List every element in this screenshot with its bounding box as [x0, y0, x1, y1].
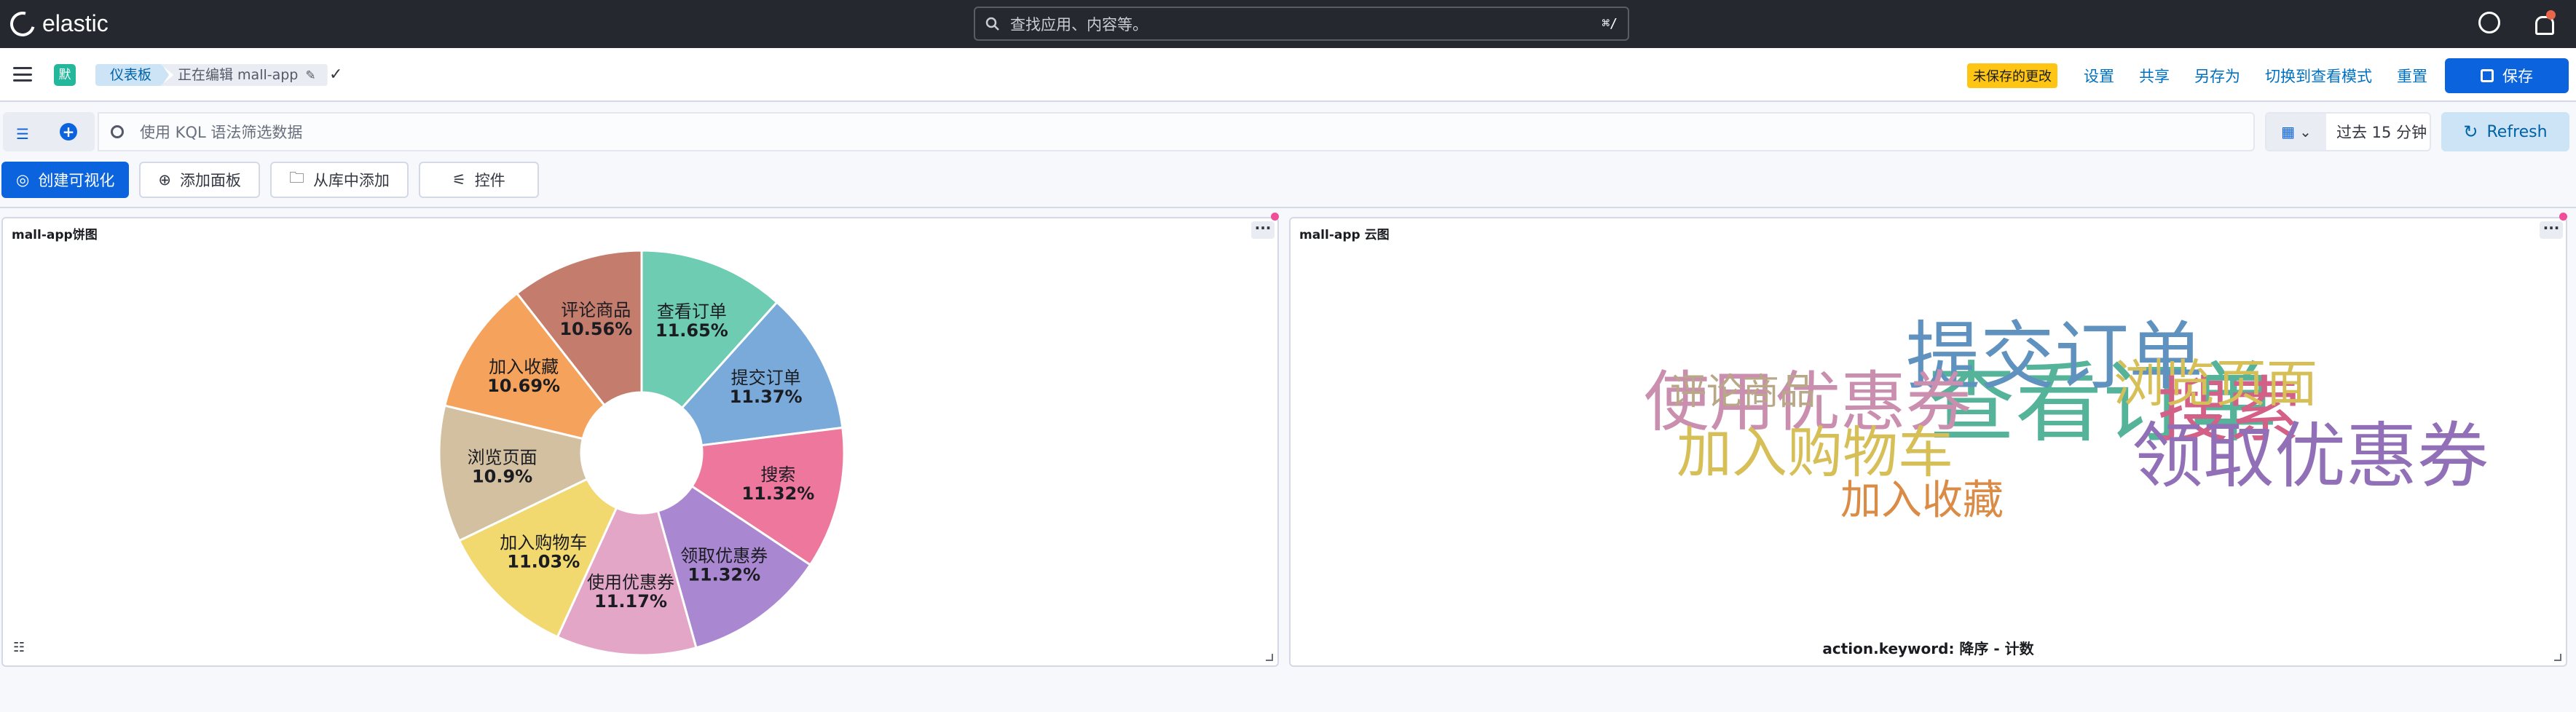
pie-slice-percent: 11.37% — [730, 387, 803, 407]
space-avatar[interactable]: 默 — [54, 64, 76, 86]
pie-slice-label: 领取优惠券 — [680, 546, 768, 566]
plus-circle-icon: ⊕ — [158, 171, 171, 189]
pie-slice-percent: 11.65% — [655, 320, 728, 341]
kql-query-input[interactable]: 使用 KQL 语法筛选数据 — [98, 112, 2255, 151]
save-button[interactable]: 保存 — [2445, 58, 2569, 93]
pie-slice-label: 查看订单 — [657, 301, 727, 322]
page-background — [0, 677, 2576, 712]
pie-slice-percent: 11.32% — [741, 483, 814, 504]
visualize-icon: ◎ — [16, 171, 30, 189]
divider — [0, 207, 2576, 208]
breadcrumb-editing: 正在编辑 mall-app ✎ — [160, 64, 328, 86]
share-link[interactable]: 共享 — [2139, 65, 2170, 87]
brand-name: elastic — [42, 10, 109, 36]
dashboard-nav-bar: 默 仪表板 正在编辑 mall-app ✎ ✓ 未保存的更改 设置 共享 另存为… — [0, 48, 2576, 102]
check-icon[interactable]: ✓ — [329, 66, 342, 84]
pie-chart: 查看订单11.65%提交订单11.37%搜索11.32%领取优惠券11.32%使… — [438, 249, 846, 657]
refresh-icon: ↻ — [2463, 122, 2478, 142]
wordcloud-word[interactable]: 评论商品 — [1670, 371, 1816, 413]
wordcloud-footer: action.keyword: 降序 - 计数 — [1822, 640, 2034, 657]
pie-slice-percent: 11.03% — [507, 551, 580, 571]
pie-slice-percent: 10.69% — [487, 376, 560, 396]
pencil-icon[interactable]: ✎ — [305, 68, 315, 83]
add-from-library-button[interactable]: 🗀 从库中添加 — [269, 162, 409, 198]
save-label: 保存 — [2502, 68, 2533, 85]
pie-slice-label: 评论商品 — [561, 300, 631, 320]
create-visualization-label: 创建可视化 — [38, 172, 115, 189]
add-panel-button[interactable]: ⊕ 添加面板 — [139, 162, 260, 198]
save-icon — [2481, 69, 2494, 82]
reset-link[interactable]: 重置 — [2397, 65, 2427, 87]
pie-slice-label: 提交订单 — [731, 368, 801, 388]
filter-menu-button[interactable]: ☰ + — [3, 112, 95, 151]
switch-view-mode-link[interactable]: 切换到查看模式 — [2265, 65, 2372, 87]
wordcloud-panel: mall-app 云图 ··· 查看订单 提交订单 搜索 领取优惠券 使用优惠券 浏览页面… — [1289, 213, 2567, 667]
pie-slice-label: 加入购物车 — [500, 532, 587, 553]
controls-icon: ⚟ — [452, 171, 466, 189]
pie-slice-label: 搜索 — [760, 464, 795, 485]
resize-handle[interactable] — [1266, 654, 1273, 661]
elastic-logo-icon — [5, 7, 40, 41]
refresh-button[interactable]: ↻ Refresh — [2441, 112, 2569, 151]
elastic-logo[interactable]: elastic — [5, 7, 109, 41]
search-shortcut: ⌘/ — [1602, 16, 1618, 31]
search-icon — [111, 125, 124, 138]
pie-slice-percent: 11.17% — [594, 591, 667, 612]
settings-link[interactable]: 设置 — [2084, 65, 2114, 87]
word-cloud: 查看订单提交订单搜索领取优惠券使用优惠券 浏览页面加入购物车评论商品加入收藏 — [1644, 314, 2489, 524]
pie-slice-label: 使用优惠券 — [587, 572, 674, 593]
date-picker[interactable]: ▦ ⌄ 过去 15 分钟 — [2265, 112, 2431, 151]
global-search-input[interactable]: 查找应用、内容等。 ⌘/ — [974, 7, 1629, 41]
add-from-library-label: 从库中添加 — [312, 172, 390, 189]
query-bar: ☰ + 使用 KQL 语法筛选数据 ▦ ⌄ 过去 15 分钟 ↻ Refresh — [0, 109, 2576, 154]
refresh-label: Refresh — [2486, 122, 2548, 141]
search-icon — [985, 17, 999, 31]
calendar-icon[interactable]: ▦ ⌄ — [2266, 114, 2326, 150]
controls-button[interactable]: ⚟ 控件 — [418, 162, 539, 198]
wordcloud-word[interactable]: 浏览页面 — [2114, 354, 2317, 414]
pie-slice-label: 浏览页面 — [468, 447, 537, 467]
add-panel-label: 添加面板 — [179, 172, 241, 189]
unsaved-changes-badge: 未保存的更改 — [1967, 63, 2057, 88]
pie-slice-percent: 10.56% — [559, 319, 632, 339]
filter-icon: ☰ — [16, 125, 29, 143]
pie-slice-percent: 10.9% — [472, 466, 532, 486]
breadcrumb-editing-label: 正在编辑 mall-app — [178, 67, 299, 83]
wordcloud-word[interactable]: 加入购物车 — [1677, 420, 1953, 485]
pie-panel: mall-app饼图 ··· 查看订单 11.65% 提交订单 11.37% 搜索 11.… — [1, 213, 1279, 667]
top-header: elastic 查找应用、内容等。 ⌘/ — [0, 0, 2576, 48]
folder-icon: 🗀 — [288, 168, 304, 186]
pie-slice-percent: 11.32% — [688, 565, 760, 585]
legend-toggle-icon[interactable]: ☷ — [13, 640, 25, 655]
save-as-link[interactable]: 另存为 — [2194, 65, 2240, 87]
dashboard-toolbar: ◎ 创建可视化 ⊕ 添加面板 🗀 从库中添加 ⚟ 控件 — [0, 162, 539, 198]
search-placeholder: 查找应用、内容等。 — [1010, 15, 1148, 33]
resize-handle[interactable] — [2554, 654, 2561, 661]
notification-dot — [2546, 10, 2556, 20]
add-filter-icon[interactable]: + — [60, 123, 77, 141]
controls-label: 控件 — [474, 172, 505, 189]
kql-placeholder: 使用 KQL 语法筛选数据 — [140, 124, 303, 141]
create-visualization-button[interactable]: ◎ 创建可视化 — [1, 162, 130, 198]
news-feed-icon[interactable] — [2532, 10, 2556, 35]
chevron-down-icon: ⌄ — [2299, 123, 2312, 141]
breadcrumb-dashboard[interactable]: 仪表板 — [95, 64, 170, 86]
wordcloud-word[interactable]: 加入收藏 — [1840, 477, 2004, 524]
time-range-label[interactable]: 过去 15 分钟 — [2336, 121, 2427, 143]
help-icon[interactable] — [2478, 12, 2500, 33]
wordcloud-word[interactable]: 领取优惠券 — [2132, 415, 2489, 498]
menu-icon[interactable] — [13, 67, 32, 82]
pie-slice-label: 加入收藏 — [489, 357, 559, 377]
